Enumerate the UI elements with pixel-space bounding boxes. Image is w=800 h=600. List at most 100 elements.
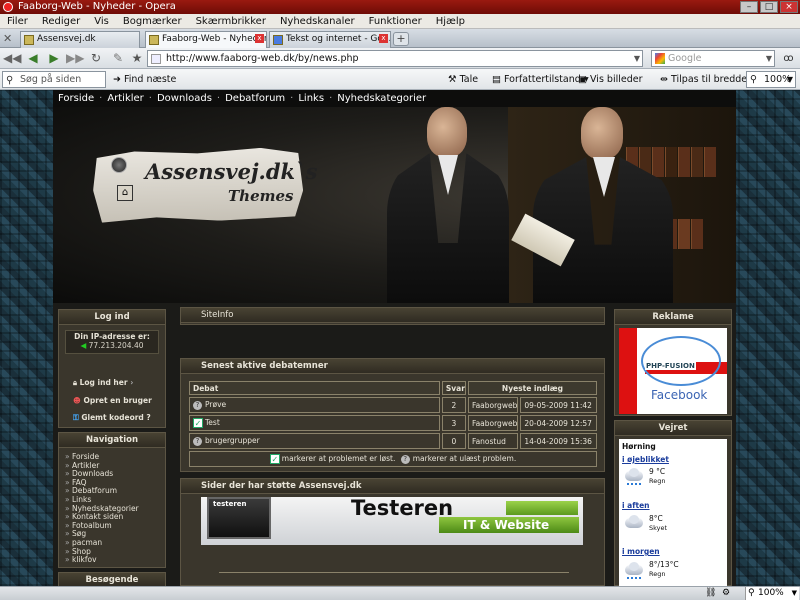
topic-cell[interactable]: ? Prøve xyxy=(189,397,440,413)
rewind-icon[interactable]: ◀◀ xyxy=(3,51,21,66)
menu-funktioner[interactable]: Funktioner xyxy=(369,14,422,28)
find-next-button[interactable]: ➜ Find næste xyxy=(113,72,176,87)
topic-cell[interactable]: ? brugergrupper xyxy=(189,433,440,449)
weather-panel: Vejret Hørning i øjeblikket 9 °C Regn i … xyxy=(614,420,732,586)
facebook-ad[interactable]: PHP-FUSION Facebook xyxy=(619,328,727,414)
navigation-list: Forside Artikler Downloads FAQ Debatforu… xyxy=(65,452,139,565)
menu-hjaelp[interactable]: Hjælp xyxy=(436,14,465,28)
forward-icon[interactable]: ▶ xyxy=(46,51,62,66)
author-cell[interactable]: Fanostud xyxy=(467,433,519,449)
address-field[interactable]: http://www.faaborg-web.dk/by/news.php ▼ xyxy=(147,50,643,67)
fit-width-button[interactable]: ⇹ Tilpas til bredden xyxy=(660,72,753,87)
table-row: ? Prøve 2 Faaborgweb 09-05-2009 11:42 xyxy=(189,397,597,413)
settings-icon[interactable]: ⚙ xyxy=(722,587,730,600)
search-icon: ⚲ xyxy=(748,588,755,598)
search-engine-field[interactable]: Google ▼ xyxy=(651,50,775,67)
author-cell[interactable]: Faaborgweb xyxy=(467,415,519,431)
reload-icon[interactable]: ↻ xyxy=(88,51,104,66)
minimize-button[interactable]: – xyxy=(740,1,758,13)
menu-bogmaerker[interactable]: Bogmærker xyxy=(123,14,182,28)
menu-rediger[interactable]: Rediger xyxy=(42,14,80,28)
new-tab-button[interactable]: + xyxy=(393,32,409,46)
show-images-button[interactable]: ▣ Vis billeder xyxy=(578,72,643,87)
menu-filer[interactable]: Filer xyxy=(7,14,28,28)
menu-nyhedskanaler[interactable]: Nyhedskanaler xyxy=(280,14,355,28)
tab-google[interactable]: Tekst og internet - Go... x xyxy=(269,31,391,48)
create-user-link[interactable]: ☻ Opret en bruger xyxy=(73,396,152,405)
col-header-latest: Nyeste indlæg xyxy=(467,381,597,395)
site-banner: ⌂ Assensvej.dk`s Themes xyxy=(53,107,736,303)
forgot-password-link[interactable]: ⚿ Glemt kodeord ? xyxy=(73,413,151,423)
visitors-panel-title: Besøgende xyxy=(59,573,165,586)
rain-cloud-icon xyxy=(623,468,645,482)
image-icon: ▣ xyxy=(578,74,587,85)
weather-location: Hørning xyxy=(622,442,656,451)
close-window-button[interactable]: × xyxy=(780,1,798,13)
author-cell[interactable]: Faaborgweb xyxy=(467,397,519,413)
tab-menu-icon[interactable]: ✕ xyxy=(3,32,12,45)
bookmark-star-icon[interactable]: ★ xyxy=(129,51,145,66)
close-tab-icon[interactable]: x xyxy=(379,34,388,43)
edit-icon[interactable]: ✎ xyxy=(110,51,126,66)
opera-link-icon[interactable]: ꝏ xyxy=(780,51,797,66)
tab-faaborg-web[interactable]: Faaborg-Web - Nyheder x xyxy=(145,31,267,48)
weather-period-tonight[interactable]: i aften xyxy=(622,501,650,510)
status-zoom-select[interactable]: ⚲ 100% ▼ xyxy=(745,587,799,600)
logo-title: Assensvej.dk`s xyxy=(145,159,318,184)
address-dropdown-icon[interactable]: ▼ xyxy=(634,51,640,66)
man-figure-right xyxy=(511,107,673,303)
search-dropdown-icon[interactable]: ▼ xyxy=(766,51,772,66)
nav-link-forside[interactable]: Forside xyxy=(58,90,94,107)
page-icon xyxy=(151,54,161,64)
key-icon: ⚿ xyxy=(73,413,79,422)
home-icon[interactable]: ⌂ xyxy=(117,185,133,201)
nav-link-nyhedskategorier[interactable]: Nyhedskategorier xyxy=(337,90,426,107)
arrow-icon: ◀ xyxy=(80,341,87,350)
nav-link-downloads[interactable]: Downloads xyxy=(157,90,212,107)
solved-check-icon: ✓ xyxy=(193,418,203,428)
page-icon xyxy=(24,35,34,45)
nav-link-links[interactable]: Links xyxy=(298,90,324,107)
weather-period-now[interactable]: i øjeblikket xyxy=(622,455,669,464)
date-cell: 20-04-2009 12:57 xyxy=(520,415,597,431)
speak-button[interactable]: ⚒ Tale xyxy=(448,72,478,87)
back-icon[interactable]: ◀ xyxy=(25,51,41,66)
google-icon xyxy=(655,53,665,64)
forum-panel-title: Senest aktive debatemner xyxy=(181,359,604,374)
login-link[interactable]: 🔒︎ Log ind her › xyxy=(73,378,133,388)
menu-skaermbrikker[interactable]: Skærmbrikker xyxy=(196,14,266,28)
maximize-button[interactable]: □ xyxy=(760,1,778,13)
unread-icon: ? xyxy=(193,436,202,446)
navigation-item[interactable]: klikfov xyxy=(65,556,139,565)
navigation-panel-title: Navigation xyxy=(59,433,165,448)
banner-green-bar xyxy=(506,501,578,515)
topic-cell[interactable]: ✓ Test xyxy=(189,415,440,431)
col-header-replies: Svar xyxy=(441,381,466,395)
forum-panel: Senest aktive debatemner Debat Svar Nyes… xyxy=(180,358,605,472)
zoom-select[interactable]: ⚲ 100% ▼ xyxy=(746,71,796,88)
page-icon xyxy=(149,35,159,45)
window-title: Faaborg-Web - Nyheder - Opera xyxy=(18,1,176,12)
ip-address: ◀ 77.213.204.40 xyxy=(80,341,144,350)
replies-cell: 3 xyxy=(441,415,466,431)
cloud-icon xyxy=(623,515,645,529)
ads-panel-title: Reklame xyxy=(615,310,731,325)
weather-desc-now: Regn xyxy=(649,477,666,485)
author-mode-button[interactable]: ▤ Forfattertilstand ▾ xyxy=(492,72,589,87)
weather-period-tomorrow[interactable]: i morgen xyxy=(622,547,660,556)
tab-bar: ✕ Assensvej.dk Faaborg-Web - Nyheder x T… xyxy=(0,29,800,48)
siteinfo-title: SiteInfo xyxy=(181,308,604,323)
solved-check-icon: ✓ xyxy=(269,454,280,464)
fast-forward-icon[interactable]: ▶▶ xyxy=(66,51,84,66)
chevron-down-icon: ▼ xyxy=(786,75,793,84)
ip-label: Din IP-adresse er: xyxy=(74,332,150,341)
network-icon[interactable]: ⛓ xyxy=(705,587,716,600)
menu-vis[interactable]: Vis xyxy=(94,14,109,28)
nav-link-debatforum[interactable]: Debatforum xyxy=(225,90,285,107)
find-in-page-input[interactable]: ⚲ Søg på siden xyxy=(2,71,106,88)
testeren-banner[interactable]: testeren Testeren IT & Website xyxy=(201,496,583,545)
nav-link-artikler[interactable]: Artikler xyxy=(107,90,143,107)
date-cell: 09-05-2009 11:42 xyxy=(520,397,597,413)
tab-assensvej[interactable]: Assensvej.dk xyxy=(20,31,140,48)
close-tab-icon[interactable]: x xyxy=(255,34,264,43)
